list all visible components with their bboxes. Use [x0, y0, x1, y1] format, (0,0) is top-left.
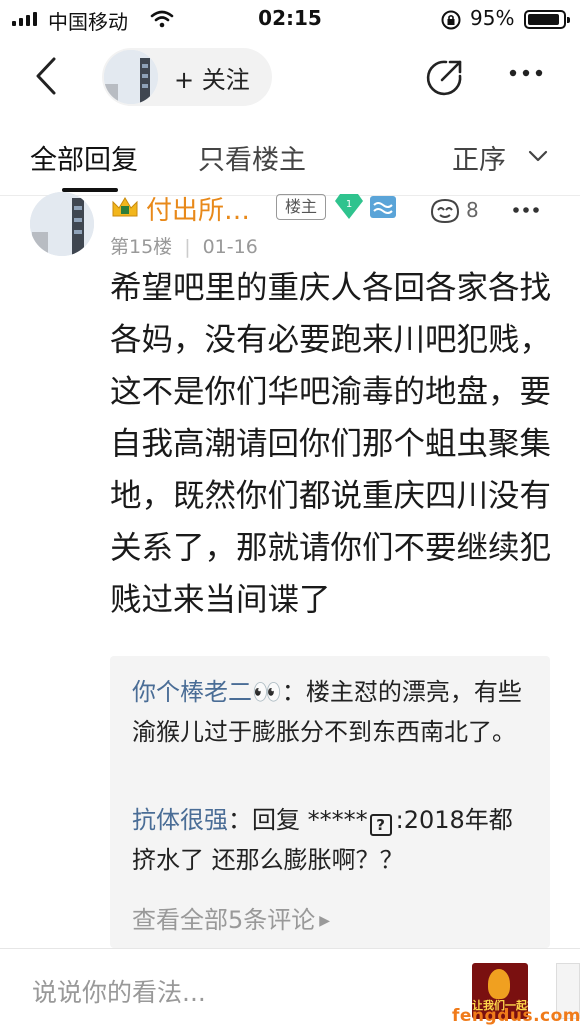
chevron-down-icon[interactable] — [528, 150, 548, 162]
comment-author[interactable]: 你个棒老二👀 — [132, 678, 282, 706]
comment-input[interactable]: 说说你的看法... — [32, 973, 206, 1009]
op-badge: 楼主 — [276, 194, 326, 220]
site-watermark: fengdus.com — [452, 1006, 580, 1026]
poster-username[interactable]: 付出所… — [146, 190, 250, 227]
more-options-icon[interactable] — [508, 68, 544, 78]
comment-item[interactable]: 抗体很强：回复 *****?:2018年都挤水了 还那么膨胀啊？？ — [132, 800, 532, 880]
post-more-icon[interactable] — [512, 206, 540, 214]
svg-text:1: 1 — [346, 199, 352, 210]
nav-bar: + 关注 — [0, 38, 580, 116]
tab-all-replies[interactable]: 全部回复 — [30, 138, 138, 177]
status-bar: 中国移动 02:15 95% — [0, 0, 580, 38]
reply-tabs: 全部回复 只看楼主 正序 — [0, 116, 580, 196]
poster-avatar[interactable] — [30, 192, 94, 256]
sort-order-button[interactable]: 正序 — [452, 138, 506, 177]
like-count: 8 — [466, 198, 479, 222]
post-date: 01-16 — [202, 236, 258, 258]
floor-number: 第15楼 — [110, 236, 173, 258]
comment-item[interactable]: 你个棒老二👀：楼主怼的漂亮，有些渝猴儿过于膨胀分不到东西南北了。 — [132, 672, 532, 752]
author-follow-pill[interactable]: + 关注 — [102, 48, 272, 106]
vip-crown-icon — [112, 197, 138, 217]
comment-preview-box[interactable]: 你个棒老二👀：楼主怼的漂亮，有些渝猴儿过于膨胀分不到东西南北了。 抗体很强：回复… — [110, 656, 550, 948]
view-all-comments-link[interactable]: 查看全部5条评论 ▶ — [132, 900, 330, 935]
post-body: 希望吧里的重庆人各回各家各找各妈，没有必要跑来川吧犯贱，这不是你们华吧渝毒的地盘… — [110, 270, 552, 618]
comment-author[interactable]: 抗体很强 — [132, 806, 228, 834]
battery-icon — [524, 10, 570, 29]
member-wave-icon — [370, 196, 396, 218]
level-gem-icon: 1 — [335, 194, 363, 219]
rotation-lock-icon — [441, 10, 461, 30]
post-meta: 第15楼 | 01-16 — [110, 236, 258, 258]
chevron-right-icon: ▶ — [319, 913, 331, 929]
like-icon[interactable] — [428, 196, 462, 224]
back-arrow-icon[interactable] — [30, 56, 66, 96]
tab-op-only[interactable]: 只看楼主 — [198, 138, 306, 177]
active-tab-indicator — [62, 188, 118, 192]
author-avatar[interactable] — [104, 50, 158, 104]
comment-text: 回复 ***** — [252, 806, 368, 834]
unknown-emoji-icon: ? — [369, 814, 392, 836]
share-icon[interactable] — [424, 58, 464, 98]
follow-button[interactable]: + 关注 — [174, 60, 250, 95]
battery-percent: 95% — [470, 6, 515, 30]
